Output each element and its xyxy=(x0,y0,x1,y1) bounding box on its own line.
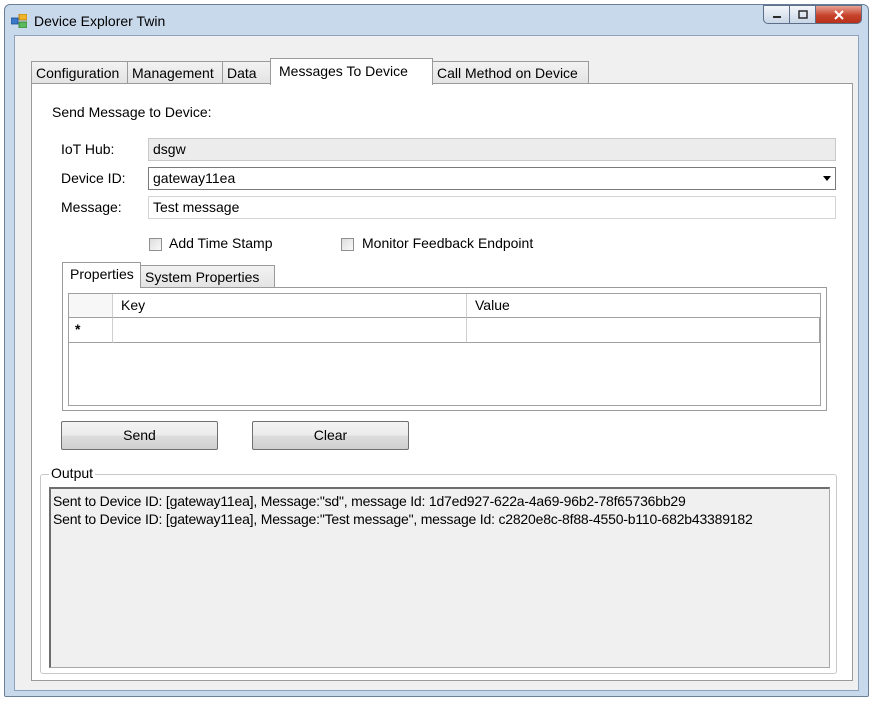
message-label: Message: xyxy=(61,199,122,215)
iot-hub-field[interactable]: dsgw xyxy=(148,138,836,161)
value-cell[interactable] xyxy=(467,318,820,343)
message-value: Test message xyxy=(153,199,240,215)
device-id-label: Device ID: xyxy=(61,170,126,186)
key-cell[interactable] xyxy=(113,318,467,343)
tab-label: Call Method on Device xyxy=(437,65,578,81)
tab-properties[interactable]: Properties xyxy=(62,262,141,288)
tab-label: Data xyxy=(227,65,257,81)
device-id-select[interactable]: gateway11ea xyxy=(148,167,836,190)
new-row-marker: * xyxy=(69,318,113,343)
close-icon xyxy=(833,9,844,20)
send-button[interactable]: Send xyxy=(61,421,218,450)
output-legend: Output xyxy=(49,465,96,481)
tab-label: Messages To Device xyxy=(279,63,408,79)
app-icon xyxy=(10,13,28,29)
monitor-feedback-checkbox[interactable] xyxy=(341,238,354,251)
tab-label: Properties xyxy=(70,266,134,282)
window-title: Device Explorer Twin xyxy=(34,13,166,29)
app-window: Device Explorer Twin Configuration Manag… xyxy=(4,4,869,697)
monitor-feedback-label[interactable]: Monitor Feedback Endpoint xyxy=(362,235,533,251)
tab-call-method-on-device[interactable]: Call Method on Device xyxy=(432,61,589,84)
output-line: Sent to Device ID: [gateway11ea], Messag… xyxy=(53,511,753,527)
device-id-value: gateway11ea xyxy=(153,170,236,186)
column-header-value[interactable]: Value xyxy=(467,294,820,318)
tab-label: System Properties xyxy=(145,269,260,285)
messages-tab-panel: Send Message to Device: IoT Hub: dsgw De… xyxy=(31,83,853,681)
maximize-button[interactable] xyxy=(790,5,816,24)
tab-label: Management xyxy=(132,65,214,81)
add-timestamp-checkbox[interactable] xyxy=(149,238,162,251)
message-input[interactable]: Test message xyxy=(148,196,836,219)
tab-data[interactable]: Data xyxy=(222,61,271,84)
window-controls xyxy=(763,5,862,26)
tab-configuration[interactable]: Configuration xyxy=(31,61,128,84)
title-bar[interactable]: Device Explorer Twin xyxy=(5,5,868,35)
maximize-icon xyxy=(797,10,808,19)
tab-messages-to-device[interactable]: Messages To Device xyxy=(270,58,433,85)
tab-label: Configuration xyxy=(36,65,120,81)
output-group: Output Sent to Device ID: [gateway11ea],… xyxy=(40,465,837,674)
minimize-button[interactable] xyxy=(763,5,790,24)
properties-panel: Key Value * xyxy=(62,287,827,411)
add-timestamp-label[interactable]: Add Time Stamp xyxy=(169,235,273,251)
client-area: Configuration Management Data Messages T… xyxy=(14,35,859,691)
iot-hub-label: IoT Hub: xyxy=(61,141,115,157)
output-line: Sent to Device ID: [gateway11ea], Messag… xyxy=(53,493,686,509)
clear-button[interactable]: Clear xyxy=(252,421,409,450)
iot-hub-value: dsgw xyxy=(153,141,186,157)
output-textbox[interactable]: Sent to Device ID: [gateway11ea], Messag… xyxy=(49,487,830,668)
minimize-icon xyxy=(772,15,781,18)
close-button[interactable] xyxy=(816,5,862,24)
tab-management[interactable]: Management xyxy=(127,61,223,84)
row-header-corner xyxy=(69,294,113,318)
tab-system-properties[interactable]: System Properties xyxy=(140,265,275,288)
column-header-key[interactable]: Key xyxy=(113,294,467,318)
properties-grid[interactable]: Key Value * xyxy=(68,293,821,406)
chevron-down-icon[interactable] xyxy=(823,176,831,181)
form-heading: Send Message to Device: xyxy=(52,104,212,120)
